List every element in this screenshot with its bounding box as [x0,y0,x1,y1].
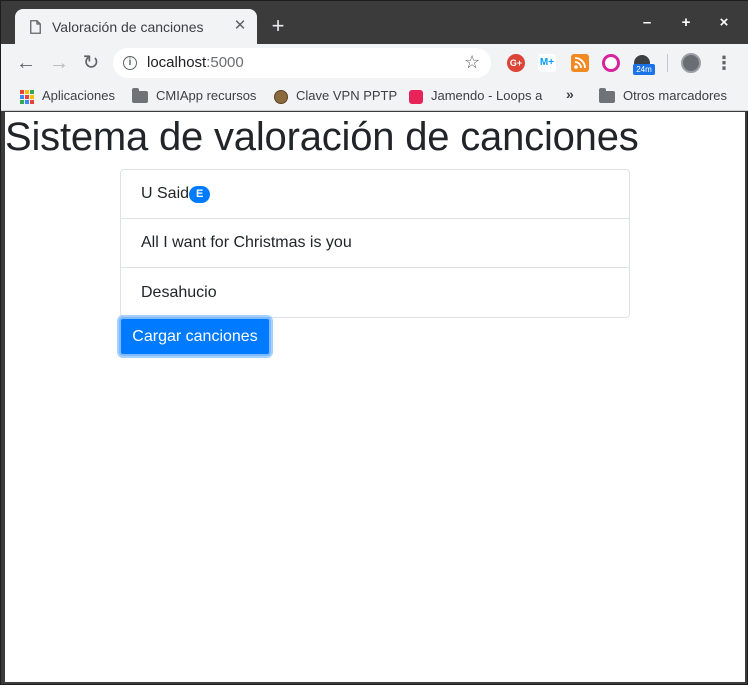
browser-toolbar: ← → ↻ i localhost:5000 ☆ G+ M+ ⋮ [1,44,748,82]
folder-icon [599,87,615,103]
extension-badge: 24m [633,64,655,75]
bookmark-other[interactable]: Otros marcadores [599,87,727,105]
info-icon[interactable]: i [123,56,137,70]
jamendo-icon [409,89,423,104]
minimize-button[interactable]: – [637,13,657,33]
reload-icon[interactable]: ↻ [80,52,102,74]
bookmark-apps[interactable]: Aplicaciones [20,87,115,105]
explicit-badge: E [189,185,211,203]
bookmark-cmiapp[interactable]: CMIApp recursos [132,87,256,105]
song-list: U Said E All I want for Christmas is you … [120,169,630,318]
url-port: :5000 [206,54,244,71]
university-seal-icon [274,89,288,104]
document-icon [30,20,41,34]
url-text[interactable]: localhost:5000 [147,54,244,71]
song-name: All I want for Christmas is you [141,234,352,251]
address-bar[interactable]: i localhost:5000 ☆ [113,48,491,78]
close-window-button[interactable]: × [714,13,734,33]
back-arrow-icon[interactable]: ← [15,52,37,74]
google-plus-icon[interactable]: G+ [507,54,525,72]
song-name: U Said [141,185,190,202]
forward-arrow-icon[interactable]: → [48,52,70,74]
bookmark-other-label: Otros marcadores [623,88,728,103]
tab-title: Valoración de canciones [52,19,204,35]
bookmark-vpn[interactable]: Clave VPN PPTP [274,87,397,105]
instagram-icon[interactable] [602,54,620,72]
song-item[interactable]: All I want for Christmas is you [121,219,629,268]
page-title: Sistema de valoración de canciones [5,115,639,159]
song-name: Desahucio [141,283,217,301]
new-tab-button[interactable]: + [267,15,289,37]
folder-icon [132,87,148,103]
bookmark-label: Clave VPN PPTP [296,88,398,103]
load-songs-button[interactable]: Cargar canciones [119,317,271,356]
menu-dots-icon[interactable]: ⋮ [715,52,733,74]
toolbar-separator [667,54,668,72]
bookmark-apps-label: Aplicaciones [42,88,115,103]
bookmark-star-icon[interactable]: ☆ [464,52,480,73]
song-item[interactable]: Desahucio [121,268,629,317]
apps-grid-icon [20,89,34,104]
maximize-button[interactable]: + [676,13,696,33]
movistar-icon[interactable]: M+ [538,54,556,72]
page-content: Sistema de valoración de canciones U Sai… [5,112,745,682]
tab-close-icon[interactable]: ✕ [233,18,247,33]
bookmarks-bar: Aplicaciones CMIApp recursos Clave VPN P… [1,82,748,111]
bookmark-label: Jamendo - Loops a [431,88,543,103]
tab-strip: Valoración de canciones ✕ + – + × [1,1,748,44]
browser-window: Valoración de canciones ✕ + – + × ← → ↻ … [0,0,748,685]
bookmarks-overflow-icon[interactable]: » [566,86,574,102]
url-host: localhost [147,54,207,71]
song-item[interactable]: U Said E [121,170,629,219]
tab-active[interactable]: Valoración de canciones ✕ [15,9,257,44]
rss-icon[interactable] [571,54,589,72]
bookmark-jamendo[interactable]: Jamendo - Loops a [409,87,542,105]
bookmark-label: CMIApp recursos [156,88,257,103]
profile-avatar[interactable] [681,53,701,73]
